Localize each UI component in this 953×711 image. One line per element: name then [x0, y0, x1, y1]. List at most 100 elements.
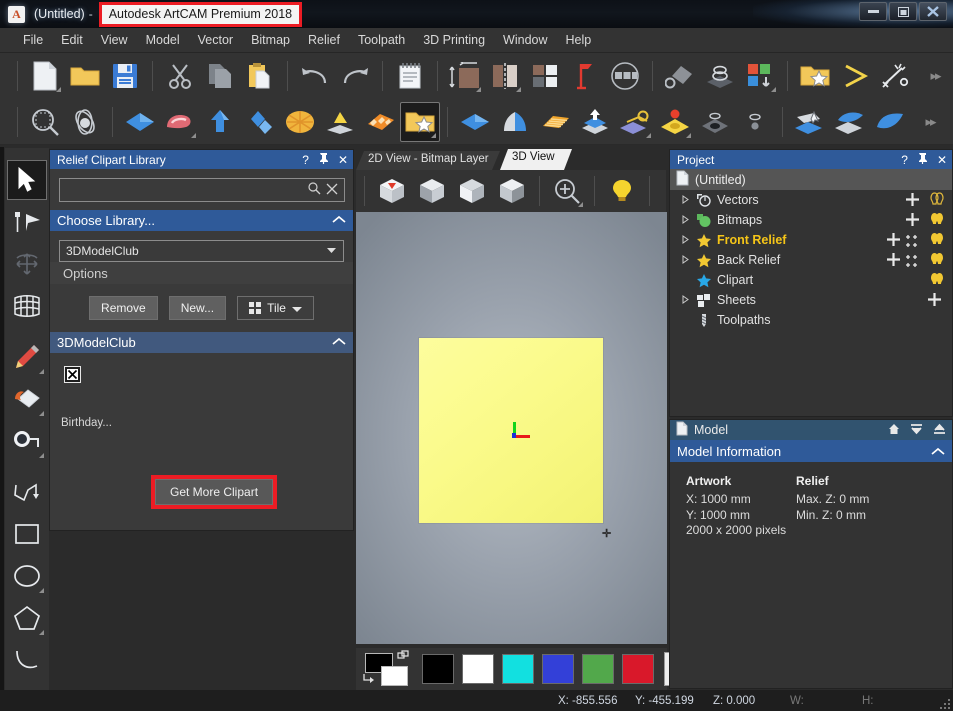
add-relief-layer-icon[interactable]: [886, 232, 901, 249]
palette-swatch-cyan[interactable]: [502, 654, 534, 684]
clipart-folder-icon[interactable]: [795, 56, 835, 96]
foreground-background-swatch[interactable]: [362, 650, 410, 687]
mesh-warp-tool[interactable]: [7, 286, 47, 326]
toolbar-overflow-1[interactable]: ▸▸: [915, 56, 953, 96]
arc-tool[interactable]: [7, 640, 47, 680]
relief-grid-icon[interactable]: [905, 254, 918, 267]
dropdown-caret[interactable]: [191, 132, 196, 138]
library-select[interactable]: 3DModelClub: [59, 240, 344, 262]
atom-view-icon[interactable]: [65, 102, 105, 142]
mirror-icon[interactable]: [485, 56, 525, 96]
collapse-up-icon[interactable]: [933, 423, 946, 438]
dropdown-caret[interactable]: [56, 87, 61, 92]
chevron-up-icon[interactable]: [931, 444, 945, 459]
undo-icon[interactable]: [295, 56, 335, 96]
missing-thumbnail-icon[interactable]: [64, 366, 81, 383]
clipart-library-icon[interactable]: [400, 101, 440, 142]
drag-relief-icon[interactable]: [790, 102, 830, 142]
notes-icon[interactable]: [390, 56, 430, 96]
add-sheet-icon[interactable]: [927, 292, 942, 309]
expand-arrow-icon[interactable]: [682, 194, 694, 206]
paste-icon[interactable]: [240, 56, 280, 96]
chevron-down-icon[interactable]: [326, 246, 337, 256]
dropdown-caret[interactable]: [39, 411, 44, 416]
palette-swatch-blue[interactable]: [542, 654, 574, 684]
bulb-on-icon[interactable]: [924, 232, 946, 248]
copy-icon[interactable]: [200, 56, 240, 96]
3d-viewport[interactable]: ✛: [356, 212, 667, 644]
dropdown-caret[interactable]: [578, 202, 583, 207]
menu-item-3d-printing[interactable]: 3D Printing: [414, 30, 494, 50]
texture-icon[interactable]: [360, 102, 400, 142]
search-input[interactable]: [66, 183, 303, 197]
menu-item-help[interactable]: Help: [557, 30, 601, 50]
save-disk-icon[interactable]: [105, 56, 145, 96]
collapse-down-icon[interactable]: [910, 423, 923, 438]
tiling-icon[interactable]: [525, 56, 565, 96]
dropdown-caret[interactable]: [39, 588, 44, 593]
pencil-tool[interactable]: [7, 337, 47, 377]
expand-arrow-icon[interactable]: [682, 294, 694, 306]
pin-icon[interactable]: [917, 152, 928, 167]
light-bulb-icon[interactable]: [602, 171, 642, 211]
tab-3d-view[interactable]: 3D View: [500, 149, 572, 170]
bulb-on-icon[interactable]: [924, 272, 946, 288]
clear-icon[interactable]: [326, 183, 338, 198]
zoom-region-icon[interactable]: [25, 102, 65, 142]
menu-item-view[interactable]: View: [92, 30, 137, 50]
node-edit-tool[interactable]: [7, 202, 47, 242]
tree-row-bitmaps[interactable]: Bitmaps: [670, 210, 952, 230]
dropdown-caret[interactable]: [516, 87, 521, 92]
get-more-clipart-button[interactable]: Get More Clipart: [155, 479, 274, 505]
zoom-icon[interactable]: [547, 171, 587, 211]
layer-stack-icon[interactable]: [700, 56, 740, 96]
home-icon[interactable]: [888, 423, 900, 438]
dropdown-caret[interactable]: [39, 453, 44, 458]
view-iso3-cube-icon[interactable]: [492, 171, 532, 211]
minimize-button[interactable]: [859, 2, 887, 21]
project-root-row[interactable]: (Untitled): [670, 169, 952, 190]
expand-arrow-icon[interactable]: [682, 234, 694, 246]
vector-doctor-icon[interactable]: [605, 56, 645, 96]
shape-diamond-icon[interactable]: [120, 102, 160, 142]
dot-icon[interactable]: [735, 102, 775, 142]
menu-item-vector[interactable]: Vector: [189, 30, 242, 50]
tree-row-back-relief[interactable]: Back Relief: [670, 250, 952, 270]
search-icon[interactable]: [308, 182, 321, 198]
help-icon[interactable]: ?: [302, 153, 309, 167]
clipart-search-box[interactable]: [59, 178, 345, 202]
fill-tool[interactable]: [7, 379, 47, 419]
ellipse-tool[interactable]: [7, 556, 47, 596]
menu-item-edit[interactable]: Edit: [52, 30, 92, 50]
tile-view-button[interactable]: Tile: [237, 296, 314, 320]
transform-tool[interactable]: [7, 244, 47, 284]
add-relief-layer-icon[interactable]: [886, 252, 901, 269]
view-top-cube-icon[interactable]: [372, 171, 412, 211]
relief-grid-icon[interactable]: [905, 234, 918, 247]
expand-arrow-icon[interactable]: [682, 214, 694, 226]
open-folder-icon[interactable]: [65, 56, 105, 96]
polyline-tool[interactable]: [7, 472, 47, 512]
choose-library-header[interactable]: Choose Library...: [50, 210, 353, 231]
menu-item-relief[interactable]: Relief: [299, 30, 349, 50]
add-vector-layer-icon[interactable]: [905, 192, 920, 209]
chevron-up-icon[interactable]: [332, 337, 346, 349]
smudge-tool[interactable]: [7, 421, 47, 461]
sketch-tools-icon[interactable]: [875, 56, 915, 96]
expand-arrow-icon[interactable]: [682, 254, 694, 266]
emboss-icon[interactable]: [320, 102, 360, 142]
menu-item-model[interactable]: Model: [137, 30, 189, 50]
reset-colors-icon[interactable]: [362, 672, 376, 687]
resize-grip[interactable]: [938, 697, 950, 709]
pin-icon[interactable]: [318, 152, 329, 167]
view-iso2-cube-icon[interactable]: [452, 171, 492, 211]
palette-swatch-green[interactable]: [582, 654, 614, 684]
background-color-swatch[interactable]: [381, 666, 408, 686]
dropdown-caret[interactable]: [686, 132, 691, 138]
shape-editor-icon[interactable]: [660, 56, 700, 96]
palette-swatch-black[interactable]: [422, 654, 454, 684]
vector-spline-icon[interactable]: [835, 56, 875, 96]
palette-swatch-white[interactable]: [462, 654, 494, 684]
cut-scissors-icon[interactable]: [160, 56, 200, 96]
color-swatches-icon[interactable]: [740, 56, 780, 96]
